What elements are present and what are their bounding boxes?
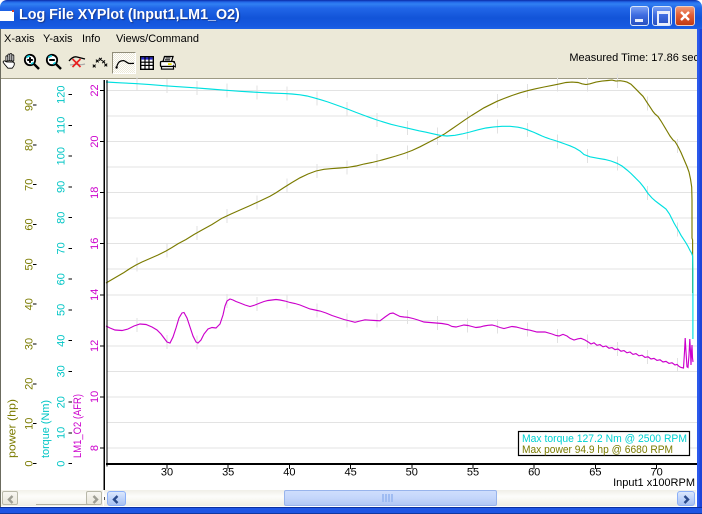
svg-text:0: 0 (56, 461, 68, 467)
svg-text:30: 30 (161, 467, 173, 479)
svg-text:power (hp): power (hp) (7, 399, 19, 458)
svg-text:90: 90 (56, 181, 68, 193)
svg-text:torque (Nm): torque (Nm) (40, 400, 52, 458)
svg-text:Input1 x100RPM: Input1 x100RPM (613, 477, 695, 489)
svg-text:40: 40 (24, 298, 36, 310)
svg-text:20: 20 (24, 378, 36, 390)
svg-text:LM1_O2 (AFR): LM1_O2 (AFR) (72, 394, 84, 458)
svg-text:35: 35 (222, 467, 234, 479)
svg-text:10: 10 (56, 427, 68, 439)
svg-text:80: 80 (56, 212, 68, 224)
svg-text:65: 65 (589, 467, 601, 479)
svg-text:80: 80 (24, 139, 36, 151)
svg-text:120: 120 (56, 86, 68, 104)
svg-text:20: 20 (56, 396, 68, 408)
svg-text:40: 40 (283, 467, 295, 479)
svg-text:50: 50 (406, 467, 418, 479)
svg-text:50: 50 (56, 304, 68, 316)
svg-text:50: 50 (24, 258, 36, 270)
svg-text:55: 55 (467, 467, 479, 479)
svg-text:Max power 94.9 hp @ 6680 RPM: Max power 94.9 hp @ 6680 RPM (522, 444, 673, 456)
svg-text:12: 12 (89, 340, 101, 352)
svg-text:16: 16 (89, 238, 101, 250)
svg-text:60: 60 (24, 218, 36, 230)
svg-text:60: 60 (56, 273, 68, 285)
svg-text:14: 14 (89, 289, 101, 301)
svg-text:10: 10 (89, 391, 101, 403)
svg-text:40: 40 (56, 335, 68, 347)
svg-text:18: 18 (89, 187, 101, 199)
svg-text:8: 8 (89, 445, 101, 451)
svg-text:110: 110 (56, 117, 68, 135)
svg-text:22: 22 (89, 84, 101, 96)
svg-text:30: 30 (24, 338, 36, 350)
svg-text:100: 100 (56, 147, 68, 165)
svg-text:45: 45 (344, 467, 356, 479)
svg-text:0: 0 (24, 460, 36, 466)
svg-text:20: 20 (89, 135, 101, 147)
svg-text:30: 30 (56, 365, 68, 377)
svg-text:60: 60 (528, 467, 540, 479)
svg-text:90: 90 (24, 99, 36, 111)
svg-text:70: 70 (24, 179, 36, 191)
svg-text:10: 10 (24, 418, 36, 430)
svg-text:70: 70 (56, 242, 68, 254)
